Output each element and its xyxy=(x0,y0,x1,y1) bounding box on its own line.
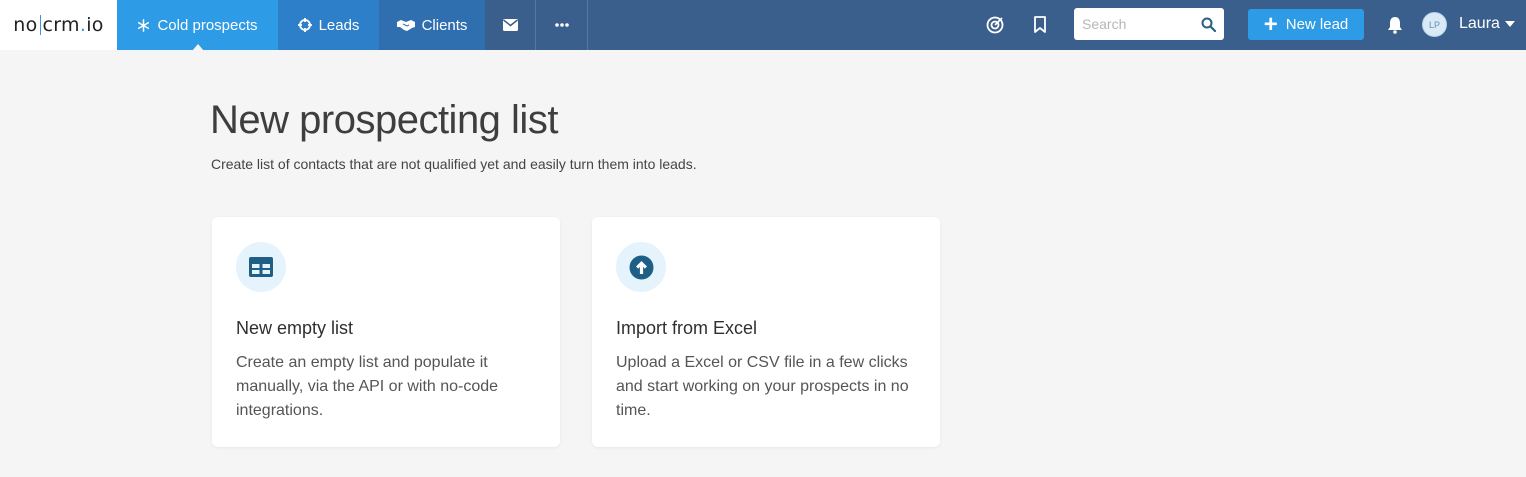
card-description: Create an empty list and populate it man… xyxy=(236,354,499,419)
target-goals-icon[interactable] xyxy=(984,14,1006,36)
user-name-label: Laura xyxy=(1459,15,1500,32)
user-avatar[interactable]: LP xyxy=(1422,12,1447,37)
search-box xyxy=(1074,8,1224,40)
new-empty-list-card[interactable]: New empty list Create an empty list and … xyxy=(212,217,560,447)
search-input[interactable] xyxy=(1082,16,1194,32)
tab-clients[interactable]: Clients xyxy=(379,0,485,50)
tab-leads-label: Leads xyxy=(318,16,360,34)
logo-text-no: no xyxy=(13,14,38,36)
logo-divider xyxy=(39,15,41,35)
logo-text-crm: crm xyxy=(42,14,80,36)
envelope-icon xyxy=(502,19,518,31)
table-icon xyxy=(236,242,286,292)
snowflake-icon xyxy=(137,18,150,32)
notifications-bell-icon[interactable] xyxy=(1384,14,1406,36)
tab-cold-prospects[interactable]: Cold prospects xyxy=(117,0,278,50)
more-dots-icon xyxy=(554,23,569,27)
new-lead-label: New lead xyxy=(1285,16,1349,33)
upload-icon xyxy=(616,242,666,292)
tab-more[interactable] xyxy=(536,0,588,50)
user-menu[interactable]: Laura xyxy=(1459,15,1515,33)
app-logo[interactable]: no crm. io xyxy=(0,0,117,50)
import-from-excel-card[interactable]: Import from Excel Upload a Excel or CSV … xyxy=(592,217,940,447)
search-icon[interactable] xyxy=(1201,17,1216,32)
page-title: New prospecting list xyxy=(210,98,558,142)
tab-cold-prospects-label: Cold prospects xyxy=(157,16,258,34)
card-description: Upload a Excel or CSV file in a few clic… xyxy=(616,354,909,419)
handshake-icon xyxy=(396,19,415,31)
card-title: Import from Excel xyxy=(616,318,758,338)
page-subtitle: Create list of contacts that are not qua… xyxy=(211,156,697,172)
logo-text-io: io xyxy=(86,14,104,36)
card-title: New empty list xyxy=(236,318,354,338)
plus-icon: + xyxy=(1263,10,1278,38)
chevron-down-icon xyxy=(1504,21,1515,27)
tab-leads[interactable]: Leads xyxy=(278,0,379,50)
new-lead-button[interactable]: + New lead xyxy=(1248,9,1364,40)
tab-clients-label: Clients xyxy=(421,16,468,34)
top-navigation-bar: no crm.io Cold prospects Leads Clients xyxy=(0,0,1526,50)
crosshair-icon xyxy=(297,18,312,32)
bookmark-icon[interactable] xyxy=(1029,14,1051,36)
tab-mail[interactable] xyxy=(485,0,536,50)
